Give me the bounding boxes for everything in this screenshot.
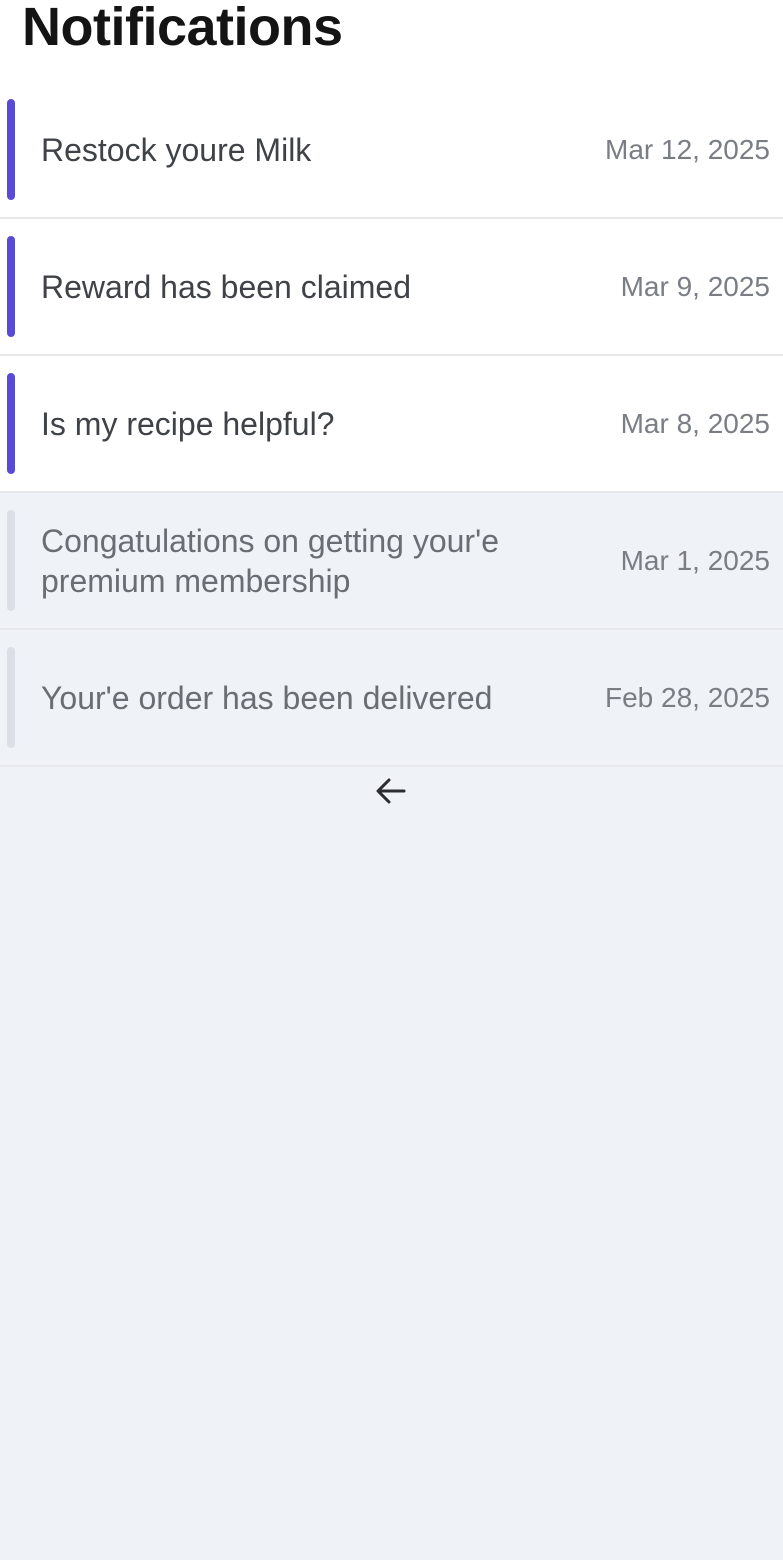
notification-item[interactable]: Is my recipe helpful? Mar 8, 2025 [0,356,783,493]
unread-indicator [7,236,15,337]
notification-date: Feb 28, 2025 [604,681,770,713]
notification-item[interactable]: Restock youre Milk Mar 12, 2025 [0,82,783,219]
header: Notifications [0,0,783,82]
notification-date: Mar 1, 2025 [620,544,770,576]
page-title: Notifications [22,0,343,57]
read-indicator [7,510,15,611]
notification-message: Is my recipe helpful? [41,405,335,442]
read-indicator [7,647,15,748]
notification-date: Mar 8, 2025 [620,407,770,439]
notification-message: Your'e order has been delivered [41,679,493,716]
notification-item[interactable]: Your'e order has been delivered Feb 28, … [0,630,783,767]
unread-indicator [7,373,15,474]
notification-item[interactable]: Congatulations on getting your'e premium… [0,493,783,630]
unread-indicator [7,99,15,200]
notification-message: Reward has been claimed [41,268,411,305]
notification-message: Congatulations on getting your'e premium… [41,522,499,599]
back-button[interactable] [372,772,410,810]
arrow-left-icon [376,778,406,804]
notification-message: Restock youre Milk [41,131,312,168]
notification-date: Mar 12, 2025 [605,133,770,165]
notification-date: Mar 9, 2025 [620,270,770,302]
notification-list: Restock youre Milk Mar 12, 2025 Reward h… [0,82,783,767]
notification-item[interactable]: Reward has been claimed Mar 9, 2025 [0,219,783,356]
